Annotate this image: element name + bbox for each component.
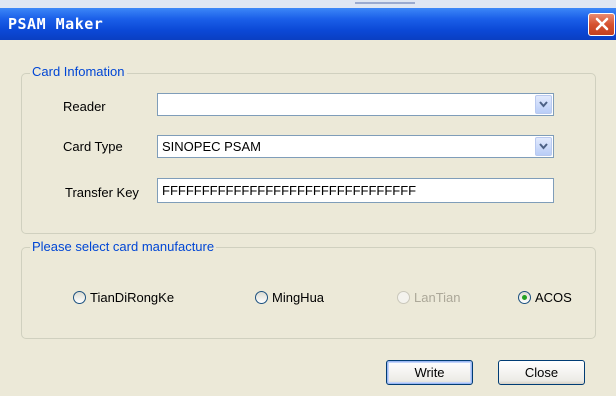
chevron-down-icon: [539, 143, 548, 150]
close-icon: [595, 17, 609, 31]
transfer-key-value: FFFFFFFFFFFFFFFFFFFFFFFFFFFFFFFF: [162, 183, 417, 198]
radio-label: ACOS: [535, 290, 572, 305]
close-button[interactable]: Close: [498, 360, 585, 385]
radio-circle: [255, 291, 268, 304]
radio-label: TianDiRongKe: [90, 290, 175, 305]
radio-circle: [73, 291, 86, 304]
window-title: PSAM Maker: [8, 15, 104, 33]
title-bar[interactable]: PSAM Maker: [0, 8, 616, 40]
radio-circle: [518, 291, 531, 304]
reader-select[interactable]: [157, 93, 554, 116]
reader-label: Reader: [63, 99, 106, 114]
transfer-key-input[interactable]: FFFFFFFFFFFFFFFFFFFFFFFFFFFFFFFF: [157, 178, 554, 203]
radio-circle: [397, 291, 410, 304]
write-button[interactable]: Write: [386, 360, 473, 385]
card-info-legend: Card Infomation: [30, 64, 127, 79]
window-close-button[interactable]: [588, 13, 615, 36]
radio-label: MingHua: [272, 290, 325, 305]
card-type-select[interactable]: SINOPEC PSAM: [157, 135, 554, 158]
card-type-select-value: SINOPEC PSAM: [162, 139, 261, 154]
background-window-detail: [355, 2, 415, 4]
radio-label: LanTian: [414, 290, 461, 305]
reader-dropdown-button[interactable]: [535, 95, 552, 114]
chevron-down-icon: [539, 101, 548, 108]
background-window-strip: [0, 0, 616, 8]
card-type-dropdown-button[interactable]: [535, 137, 552, 156]
manufacture-legend: Please select card manufacture: [30, 239, 217, 254]
transfer-key-label: Transfer Key: [65, 185, 139, 200]
card-type-label: Card Type: [63, 139, 123, 154]
dialog-client-area: Card Infomation Reader Card Type SINOPEC…: [0, 40, 616, 396]
radio-selected-dot: [522, 295, 527, 300]
